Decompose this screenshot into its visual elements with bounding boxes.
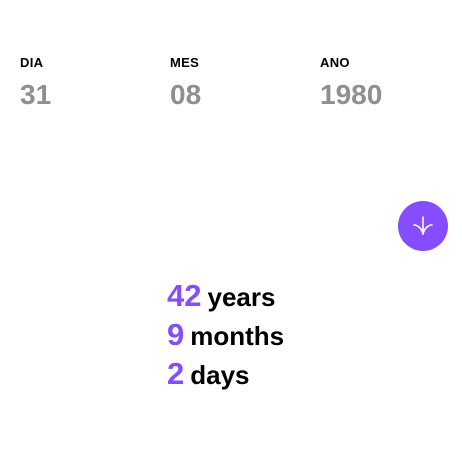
- age-results: 42 years 9 months 2 days: [167, 277, 284, 394]
- day-label: DIA: [20, 55, 44, 70]
- month-label: MES: [170, 55, 200, 70]
- day-input[interactable]: 31: [20, 79, 51, 111]
- year-input[interactable]: 1980: [320, 79, 382, 111]
- calculate-button[interactable]: [398, 201, 448, 251]
- months-unit: months: [190, 321, 285, 351]
- day-field: DIA 31: [20, 55, 51, 111]
- result-days: 2 days: [167, 355, 284, 394]
- month-field: MES 08: [170, 55, 201, 111]
- years-unit: years: [207, 282, 276, 312]
- days-unit: days: [190, 360, 250, 390]
- arrow-down-icon: [413, 216, 433, 235]
- days-number: 2: [167, 356, 185, 391]
- months-number: 9: [167, 317, 185, 352]
- year-field: ANO 1980: [320, 55, 382, 111]
- result-months: 9 months: [167, 316, 284, 355]
- year-label: ANO: [320, 55, 350, 70]
- result-years: 42 years: [167, 277, 284, 316]
- years-number: 42: [167, 278, 202, 313]
- month-input[interactable]: 08: [170, 79, 201, 111]
